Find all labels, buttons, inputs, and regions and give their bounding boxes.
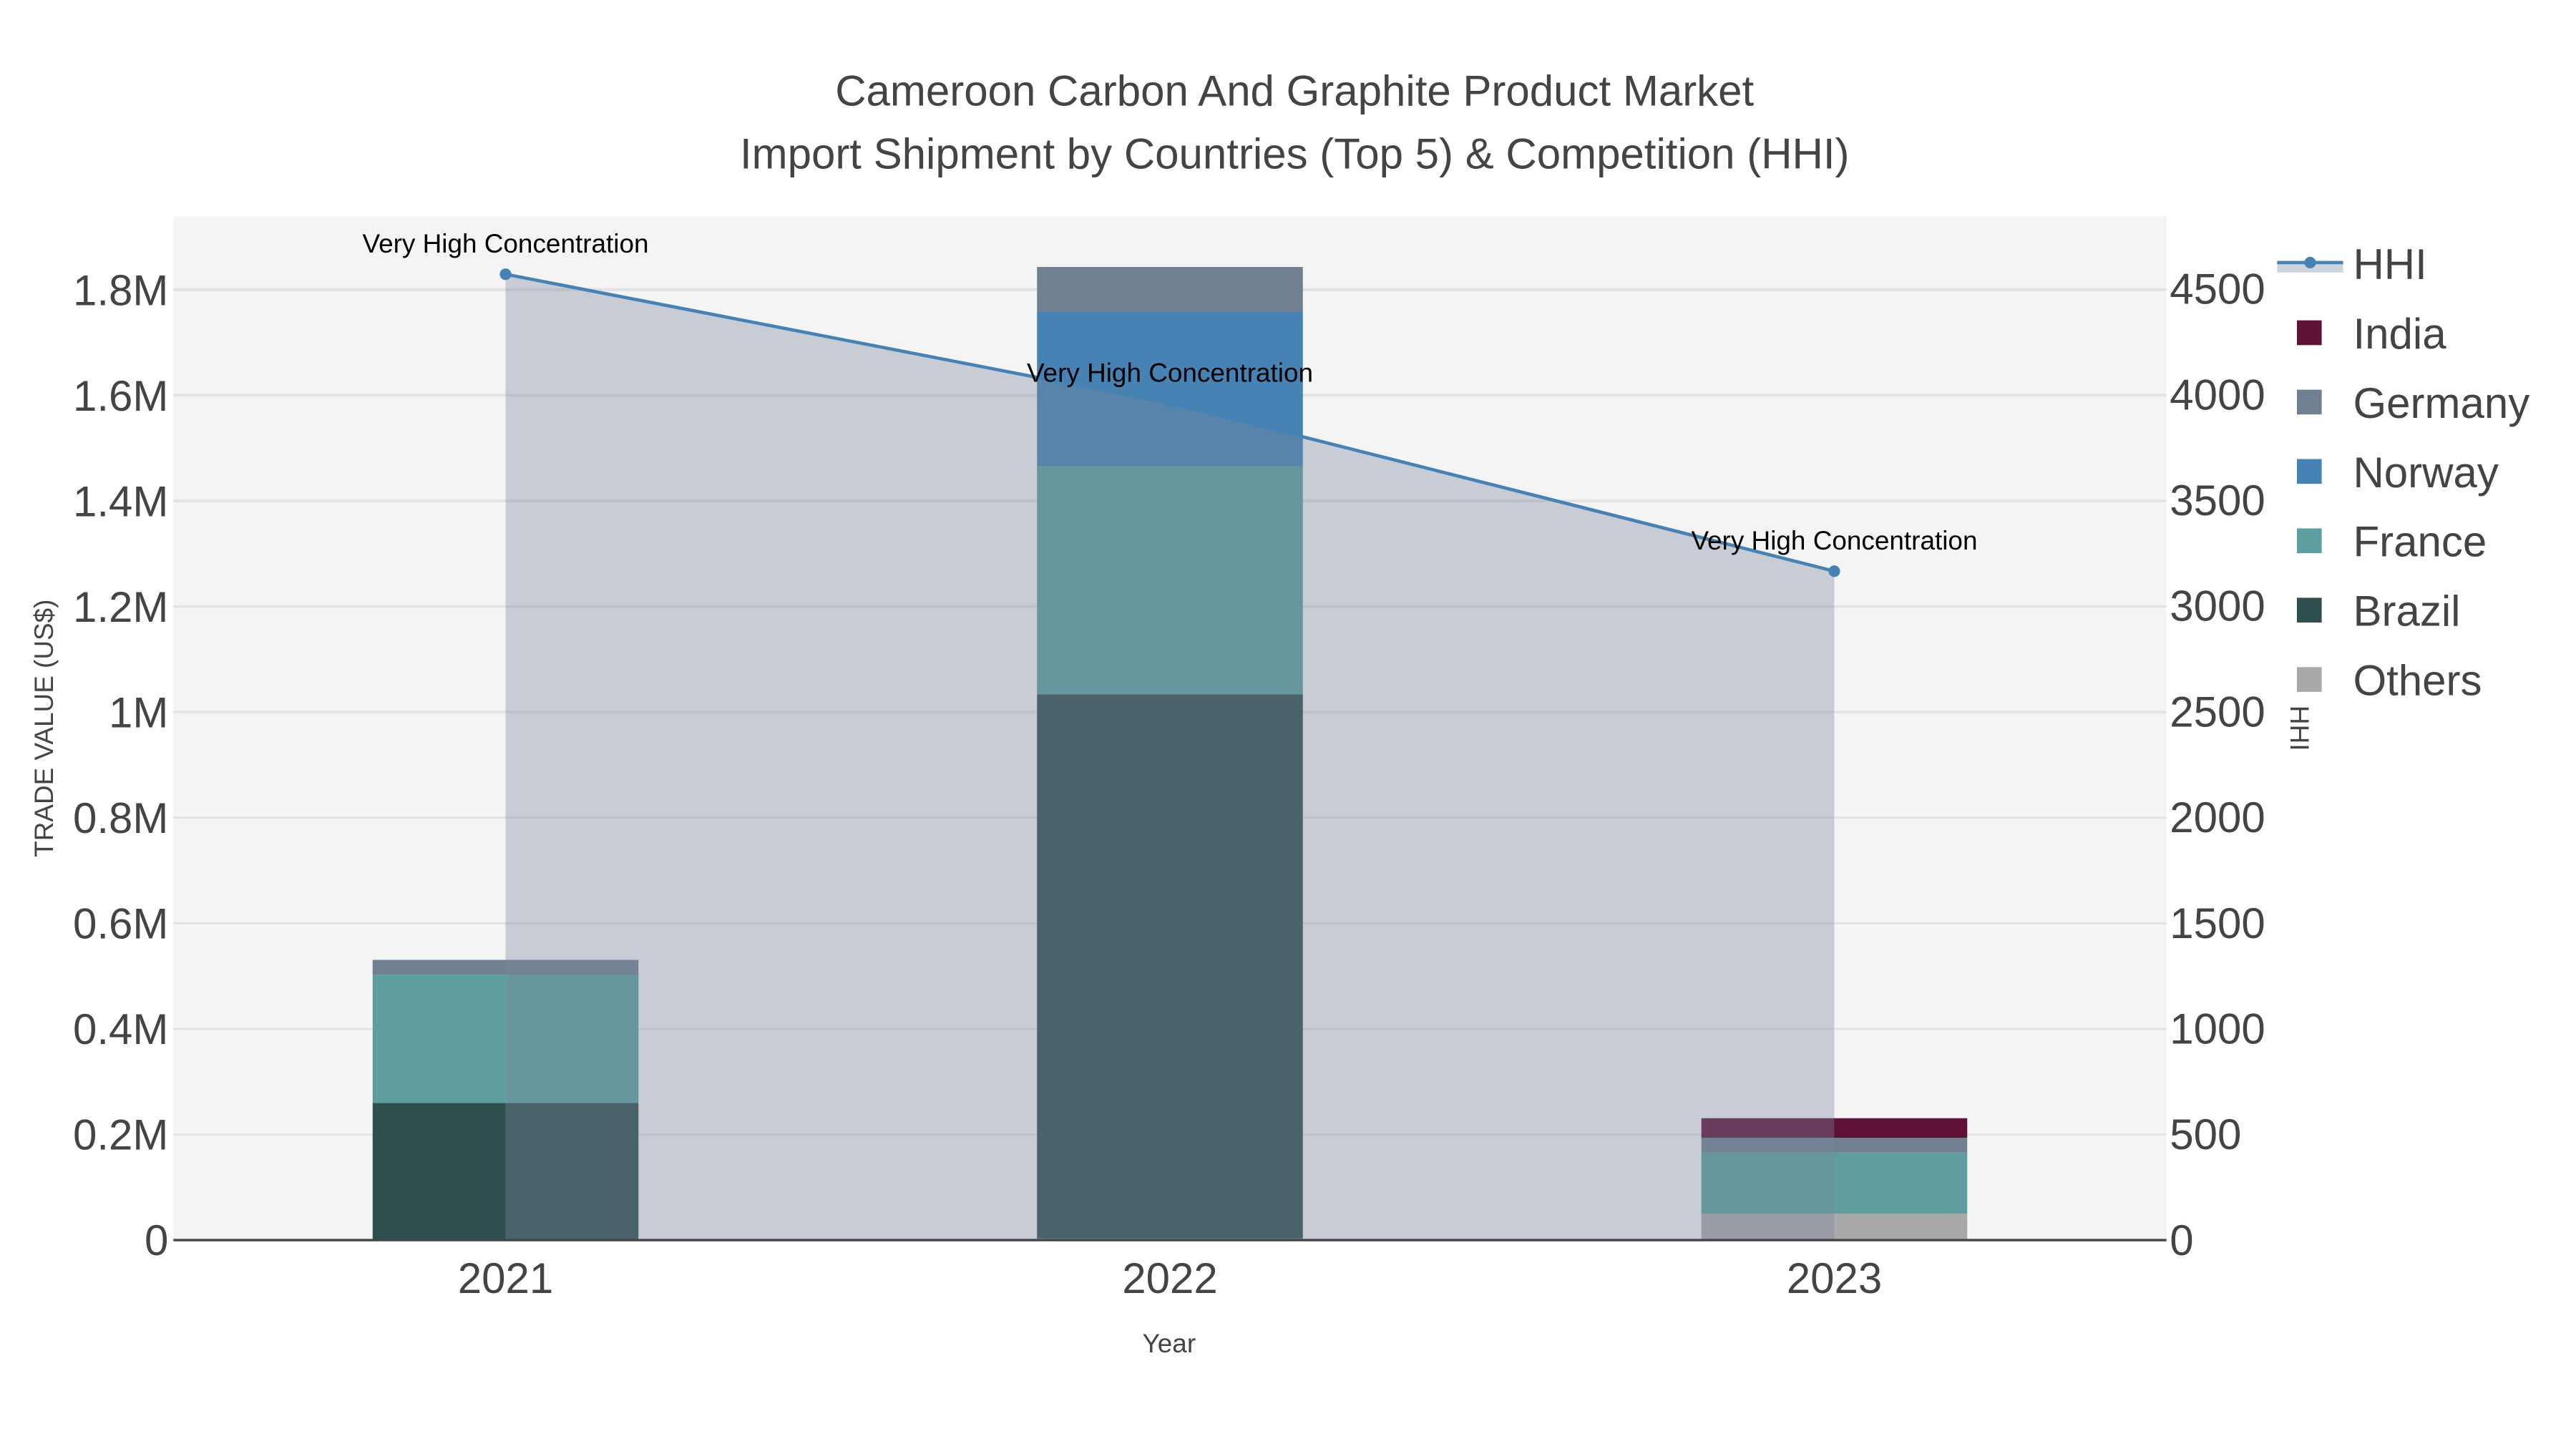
legend-swatch — [2297, 320, 2322, 346]
y2-tick-label: 1500 — [2170, 899, 2265, 947]
hhi-point-2022 — [1163, 397, 1176, 409]
legend-label: Brazil — [2353, 587, 2460, 635]
y2-tick-label: 2500 — [2170, 688, 2265, 736]
y2-tick-label: 1000 — [2170, 1005, 2265, 1053]
legend-label: France — [2353, 518, 2487, 566]
y-tick-label: 1.4M — [73, 477, 168, 525]
y-tick-label: 1.8M — [73, 266, 168, 314]
x-tick-label: 2022 — [1122, 1254, 1217, 1302]
legend-swatch — [2297, 389, 2322, 415]
chart-title: Cameroon Carbon And Graphite Product Mar… — [835, 67, 1754, 115]
y2-axis-title: HHI — [2285, 706, 2314, 751]
legend-swatch — [2297, 667, 2322, 692]
legend-swatch — [2297, 597, 2322, 623]
y2-tick-label: 2000 — [2170, 794, 2265, 841]
legend-label: India — [2353, 310, 2446, 358]
x-axis-title: Year — [1143, 1329, 1196, 1358]
hhi-annotation: Very High Concentration — [1691, 526, 1977, 555]
x-tick-label: 2021 — [458, 1254, 553, 1302]
y-tick-label: 0.2M — [73, 1111, 168, 1158]
hhi-annotation: Very High Concentration — [1027, 358, 1313, 387]
y2-tick-label: 4000 — [2170, 371, 2265, 419]
hhi-annotation: Very High Concentration — [363, 229, 649, 258]
bar-germany-2022 — [1037, 267, 1303, 312]
y2-tick-label: 4500 — [2170, 265, 2265, 313]
legend-swatch-marker — [2304, 256, 2316, 268]
y2-tick-label: 500 — [2170, 1111, 2241, 1158]
legend-label: HHI — [2353, 240, 2426, 288]
legend-label: Germany — [2353, 379, 2529, 427]
x-tick-label: 2023 — [1787, 1254, 1882, 1302]
legend-label: Norway — [2353, 449, 2498, 497]
y-tick-label: 0.6M — [73, 899, 168, 947]
legend-label: Others — [2353, 657, 2482, 705]
y-tick-label: 0 — [145, 1216, 168, 1264]
y-tick-label: 1.2M — [73, 583, 168, 631]
y2-tick-label: 3000 — [2170, 582, 2265, 630]
hhi-point-2023 — [1828, 565, 1840, 577]
y2-tick-label: 3500 — [2170, 477, 2265, 525]
y-axis-title: TRADE VALUE (US$) — [29, 600, 59, 857]
y-tick-label: 1M — [109, 688, 168, 736]
y-tick-label: 1.6M — [73, 372, 168, 420]
chart: Very High Concentration Very High Concent… — [0, 0, 2576, 1449]
hhi-point-2021 — [499, 268, 512, 280]
chart-subtitle: Import Shipment by Countries (Top 5) & C… — [740, 130, 1850, 177]
y-tick-label: 0.4M — [73, 1005, 168, 1053]
legend-swatch — [2297, 528, 2322, 554]
legend-swatch — [2297, 459, 2322, 484]
y2-tick-label: 0 — [2170, 1216, 2193, 1264]
y-tick-label: 0.8M — [73, 794, 168, 842]
